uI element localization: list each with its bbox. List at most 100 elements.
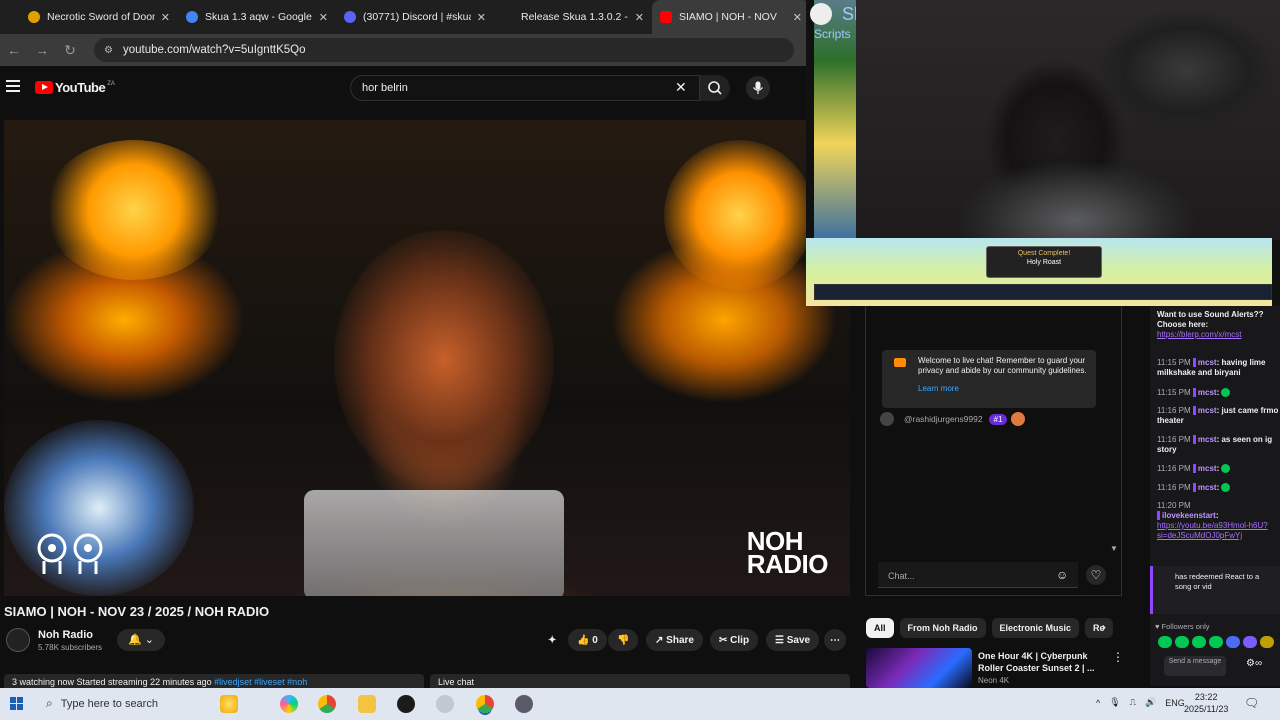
windows-start-icon[interactable] [10, 697, 23, 710]
sub-badge [1192, 435, 1196, 445]
chat-input[interactable]: Chat... [878, 562, 1078, 588]
tab-title: (30771) Discord | #skua [363, 11, 471, 23]
network-icon[interactable]: ⎍ [1130, 697, 1136, 708]
chip-all[interactable]: All [866, 618, 894, 638]
game-action-bar [814, 284, 1272, 300]
chrome-icon[interactable] [318, 695, 336, 713]
chip-from-channel[interactable]: From Noh Radio [899, 618, 986, 638]
chevron-down-icon: ⌄ [144, 634, 154, 646]
microphone-icon [753, 81, 763, 94]
browser-tab-active[interactable]: SIAMO | NOH - NOV ✕ [652, 0, 810, 34]
share-button[interactable]: ↗ Share [646, 629, 703, 651]
message-time: 11:16 PM [1157, 406, 1191, 415]
dislike-button[interactable]: 👎 [608, 629, 639, 651]
url-field[interactable]: ⚙ youtube.com/watch?v=5uIgnttK5Qo [94, 38, 794, 62]
more-actions-button[interactable]: ⋯ [824, 629, 846, 651]
message-user[interactable]: ilovekeenstart [1162, 511, 1216, 520]
related-video-channel[interactable]: Neon 4K [978, 676, 1009, 685]
clip-button[interactable]: ✂ Clip [710, 629, 759, 651]
more-vertical-icon[interactable]: ⋮ [1112, 650, 1124, 664]
chat-settings-icon[interactable]: ⚙∞ [1246, 658, 1262, 669]
youtube-icon [894, 358, 906, 367]
forward-icon[interactable]: → [28, 42, 56, 58]
chip-related[interactable]: Re [1085, 618, 1113, 638]
message-user[interactable]: mcst [1198, 388, 1217, 397]
back-icon[interactable]: ← [0, 42, 28, 58]
share-label: Share [666, 634, 694, 646]
related-video-title[interactable]: One Hour 4K | Cyberpunk Roller Coaster S… [978, 650, 1096, 674]
message-user[interactable]: mcst [1198, 483, 1217, 492]
save-button[interactable]: ☰ Save [766, 629, 820, 651]
chevron-right-icon[interactable]: › [1102, 620, 1106, 634]
message-user[interactable]: mcst [1198, 435, 1217, 444]
message-user[interactable]: mcst [1198, 406, 1217, 415]
browser-tab-3[interactable]: (30771) Discord | #skua ✕ [336, 0, 494, 34]
chip-electronic-music[interactable]: Electronic Music [991, 618, 1080, 638]
youtube-live-chat: Welcome to live chat! Remember to guard … [865, 306, 1122, 596]
twitch-message: 11:15 PM mcst: [1157, 388, 1279, 398]
channel-name[interactable]: Noh Radio [38, 629, 93, 641]
tab-title: SIAMO | NOH - NOV [679, 11, 777, 23]
scroll-down-icon[interactable]: ▼ [1110, 544, 1118, 553]
channel-avatar[interactable] [6, 628, 30, 652]
taskbar-search[interactable]: ⌕ Type here to search [46, 696, 158, 711]
site-info-icon[interactable]: ⚙ [104, 45, 113, 56]
emoji-picker-icon[interactable]: ☺ [1056, 568, 1068, 582]
search-input[interactable]: hor belrin [350, 75, 700, 101]
browser-tab-4[interactable]: Release Skua 1.3.0.2 - au ✕ [494, 0, 652, 34]
news-widget-icon[interactable] [220, 695, 238, 713]
message-user[interactable]: mcst [1198, 464, 1217, 473]
tab-close-icon[interactable]: ✕ [319, 11, 328, 24]
heart-reaction-button[interactable]: ♡ [1086, 565, 1106, 585]
twitch-message-input[interactable]: Send a message [1164, 656, 1226, 676]
message-link[interactable]: https://blerp.com/x/mcst [1157, 330, 1241, 339]
twitch-message: 11:15 PM mcst: having lime milkshake and… [1157, 358, 1266, 377]
related-video-thumbnail[interactable] [866, 648, 972, 688]
clear-search-icon[interactable]: ✕ [675, 79, 687, 96]
notification-bell-button[interactable]: 🔔 ⌄ [117, 629, 165, 651]
copilot-icon[interactable] [280, 695, 298, 713]
hamburger-menu-icon[interactable] [6, 80, 20, 94]
chevron-up-icon[interactable]: ^ [1096, 698, 1100, 708]
tab-close-icon[interactable]: ✕ [477, 11, 486, 24]
like-button[interactable]: 👍 0 [568, 629, 607, 651]
volume-icon[interactable]: 🔊 [1145, 697, 1156, 708]
hype-icon[interactable]: ✦ [545, 629, 559, 651]
voice-search-button[interactable] [746, 76, 770, 100]
emote-icon [1221, 464, 1231, 474]
tab-close-icon[interactable]: ✕ [793, 11, 802, 24]
microphone-icon[interactable]: 🎙 [1109, 697, 1120, 708]
browser-tab-1[interactable]: Necrotic Sword of Doom ✕ [20, 0, 178, 34]
scripts-tab[interactable]: Scripts [814, 27, 851, 41]
learn-more-link[interactable]: Learn more [918, 384, 1090, 394]
game-window: Quest Complete! Holy Roast [806, 238, 1272, 306]
browser-address-bar: ← → ↻ ⚙ youtube.com/watch?v=5uIgnttK5Qo [0, 34, 810, 66]
youtube-logo[interactable]: YouTube ZA [35, 80, 115, 95]
video-player[interactable]: NOH RADIO [4, 120, 850, 596]
obs-icon[interactable] [397, 695, 415, 713]
tab-close-icon[interactable]: ✕ [635, 11, 644, 24]
message-link[interactable]: https://youtu.be/a93Hmol-h6U?si=deJScuMd… [1157, 521, 1268, 540]
search-button[interactable] [700, 75, 730, 101]
tab-close-icon[interactable]: ✕ [161, 11, 170, 24]
bell-icon: 🔔 [128, 634, 142, 646]
chrome-active-icon[interactable] [476, 695, 494, 713]
file-explorer-icon[interactable] [358, 695, 376, 713]
message-user[interactable]: mcst [1198, 358, 1217, 367]
welcome-text: Welcome to live chat! Remember to guard … [918, 356, 1087, 375]
language-indicator[interactable]: ENG [1165, 698, 1185, 708]
reload-icon[interactable]: ↻ [56, 42, 84, 59]
notification-center-icon[interactable]: 🗨 [1244, 696, 1259, 710]
sub-badge [1192, 483, 1196, 493]
emote-bar[interactable] [1158, 636, 1274, 648]
sub-badge [1157, 511, 1160, 521]
app-icon[interactable] [515, 695, 533, 713]
description-box[interactable]: 3 watching now Started streaming 22 minu… [4, 674, 424, 688]
noh-radio-heads-logo [37, 533, 103, 574]
taskbar-clock[interactable]: 23:22 2025/11/23 [1184, 691, 1228, 715]
chat-username[interactable]: @rashidjurgens9992 [904, 414, 983, 424]
app-icon[interactable] [436, 695, 454, 713]
browser-tab-2[interactable]: Skua 1.3 aqw - Google S ✕ [178, 0, 336, 34]
message-time: 11:20 PM [1157, 501, 1191, 510]
hashtags[interactable]: #livedjset #liveset #noh [214, 677, 307, 687]
